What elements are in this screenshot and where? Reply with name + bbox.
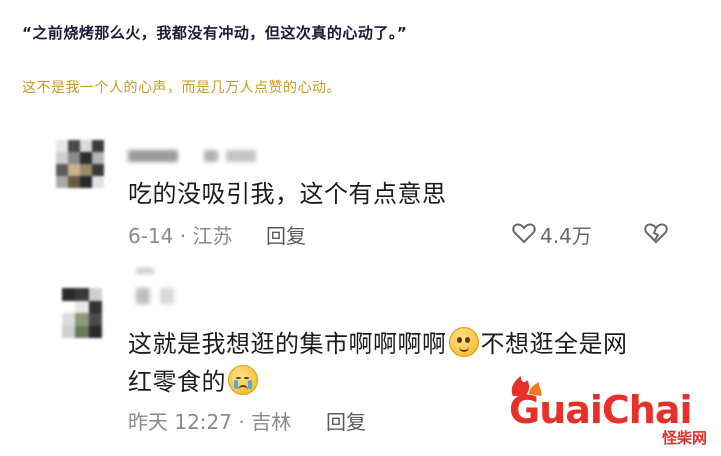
comment-text-line2: 红零食的 [128, 362, 260, 397]
reply-button[interactable]: 回复 [326, 406, 366, 435]
username-blurred[interactable] [136, 288, 150, 304]
like-count: 4.4万 [540, 224, 592, 248]
username-blurred[interactable] [128, 150, 178, 162]
page: “之前烧烤那么火，我都没有冲动，但这次真的心动了。” 这不是我一个人的心声，而是… [0, 0, 721, 456]
broken-heart-icon[interactable] [644, 222, 668, 248]
article-subline: 这不是我一个人的心声，而是几万人点赞的心动。 [22, 80, 341, 96]
comment-text: 这就是我想逛的集市啊啊啊啊 不想逛全是网 [128, 324, 628, 359]
brand-text: GuaiChai [509, 388, 693, 432]
comment-meta: 昨天 12:27 · 吉林 [128, 410, 292, 434]
pleading-face-emoji-icon [448, 327, 479, 357]
comment-text-part: 红零食的 [128, 368, 226, 396]
watermark-logo: GuaiChai 怪柴网 [505, 370, 715, 450]
like-button[interactable]: 4.4万 [512, 220, 592, 249]
user-badge-blurred [204, 150, 218, 162]
username-blurred [160, 288, 174, 304]
comment-text: 吃的没吸引我，这个有点意思 [128, 180, 447, 208]
comment-text-part: 这就是我想逛的集市啊啊啊啊 [128, 330, 447, 358]
crying-face-emoji-icon [228, 365, 258, 395]
user-avatar[interactable] [62, 288, 102, 338]
divider-fragment [136, 268, 154, 274]
comment-screenshot: 吃的没吸引我，这个有点意思 6-14 · 江苏 回复 4.4万 这就是我想逛的集… [0, 128, 721, 456]
article-headline: “之前烧烤那么火，我都没有冲动，但这次真的心动了。” [22, 24, 408, 42]
heart-outline-icon [512, 222, 536, 248]
reply-button[interactable]: 回复 [266, 220, 306, 249]
comment-text-part: 不想逛全是网 [480, 330, 628, 358]
user-avatar[interactable] [56, 140, 104, 188]
user-badge-blurred [226, 150, 256, 162]
brand-text-cn: 怪柴网 [661, 429, 707, 447]
comment-meta: 6-14 · 江苏 [128, 224, 233, 248]
